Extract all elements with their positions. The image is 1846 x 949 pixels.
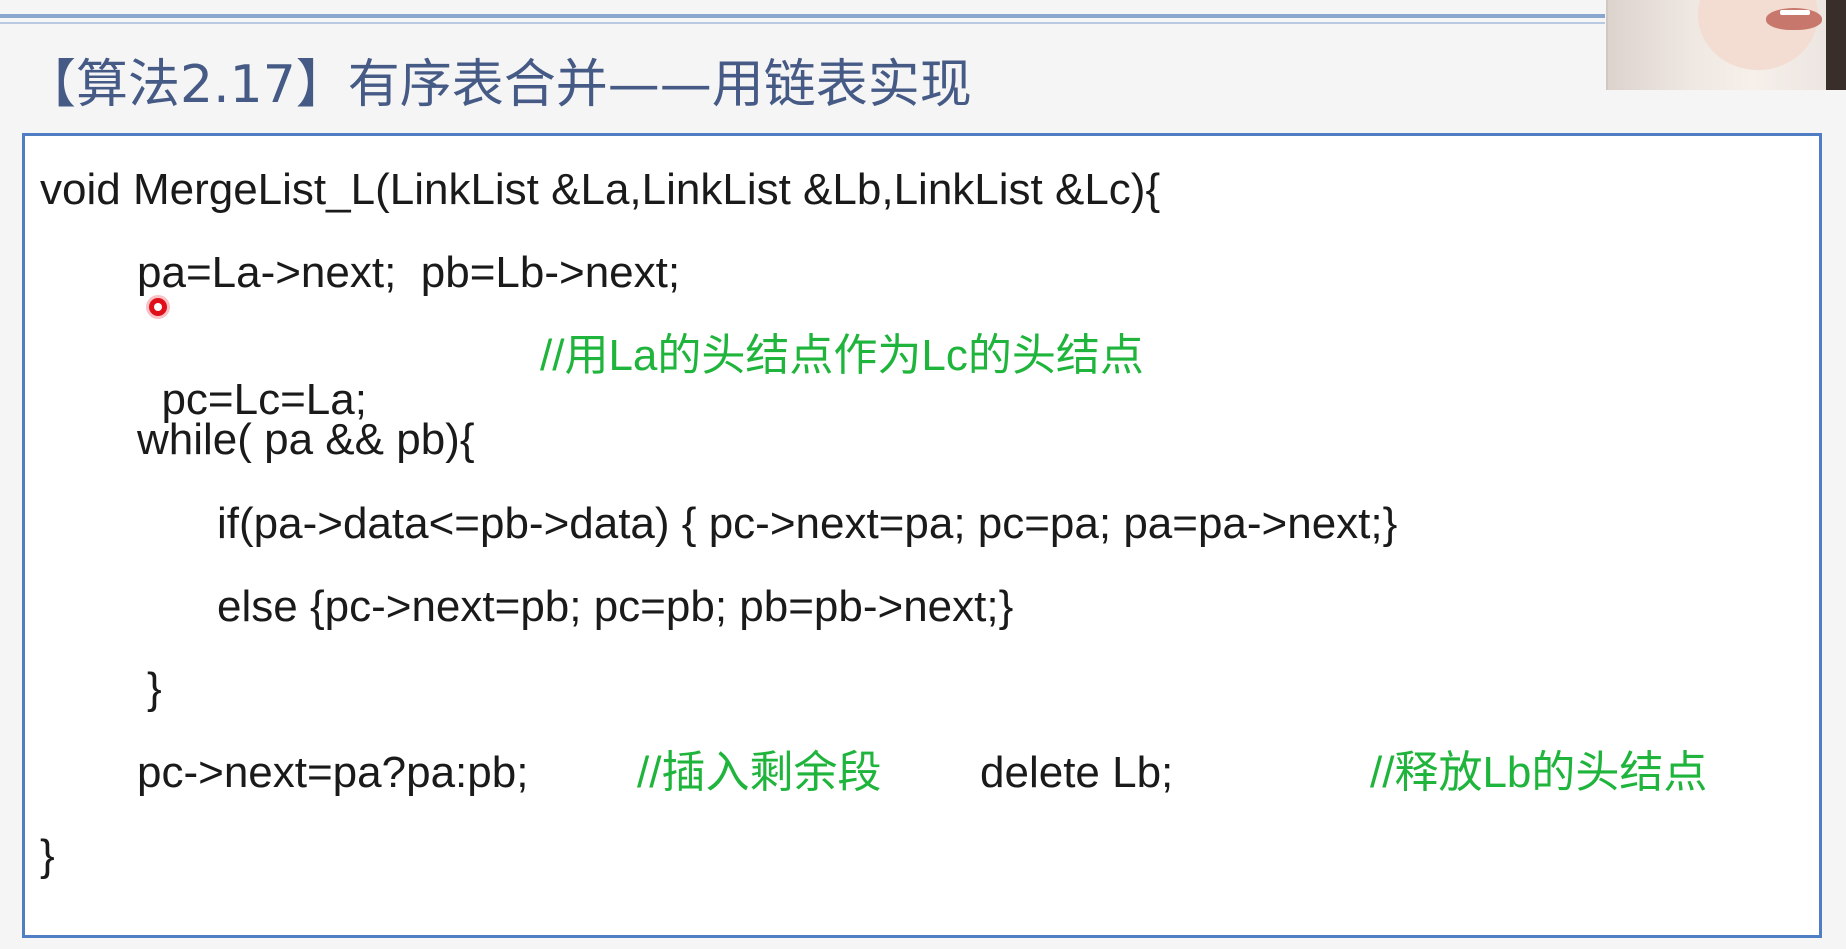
code-line-3: pc=Lc=La; (137, 334, 367, 422)
code-line-8-comment-1: //插入剩余段 (637, 748, 882, 797)
header-rule (0, 14, 1605, 18)
code-line-4: while( pa && pb){ (137, 415, 475, 464)
header-rule-thin (0, 22, 1605, 24)
code-line-5: if(pa->data<=pb->data) { pc->next=pa; pc… (217, 499, 1398, 548)
slide-title: 【算法2.17】有序表合并——用链表实现 (24, 55, 972, 115)
code-line-7: } (147, 664, 162, 713)
presenter-webcam (1606, 0, 1846, 90)
code-line-1: void MergeList_L(LinkList &La,LinkList &… (40, 165, 1161, 214)
code-line-2: pa=La->next; pb=Lb->next; (137, 248, 681, 297)
code-line-6: else {pc->next=pb; pc=pb; pb=pb->next;} (217, 582, 1014, 631)
code-line-9: } (40, 831, 55, 880)
code-line-8-delete: delete Lb; (980, 748, 1174, 797)
webcam-teeth (1780, 10, 1810, 15)
laser-pointer-icon (149, 298, 167, 316)
code-line-3-comment: //用La的头结点作为Lc的头结点 (540, 331, 1144, 380)
webcam-hair (1826, 0, 1846, 90)
code-line-8-code: pc->next=pa?pa:pb; (137, 748, 529, 797)
code-line-8-comment-2: //释放Lb的头结点 (1370, 748, 1708, 797)
